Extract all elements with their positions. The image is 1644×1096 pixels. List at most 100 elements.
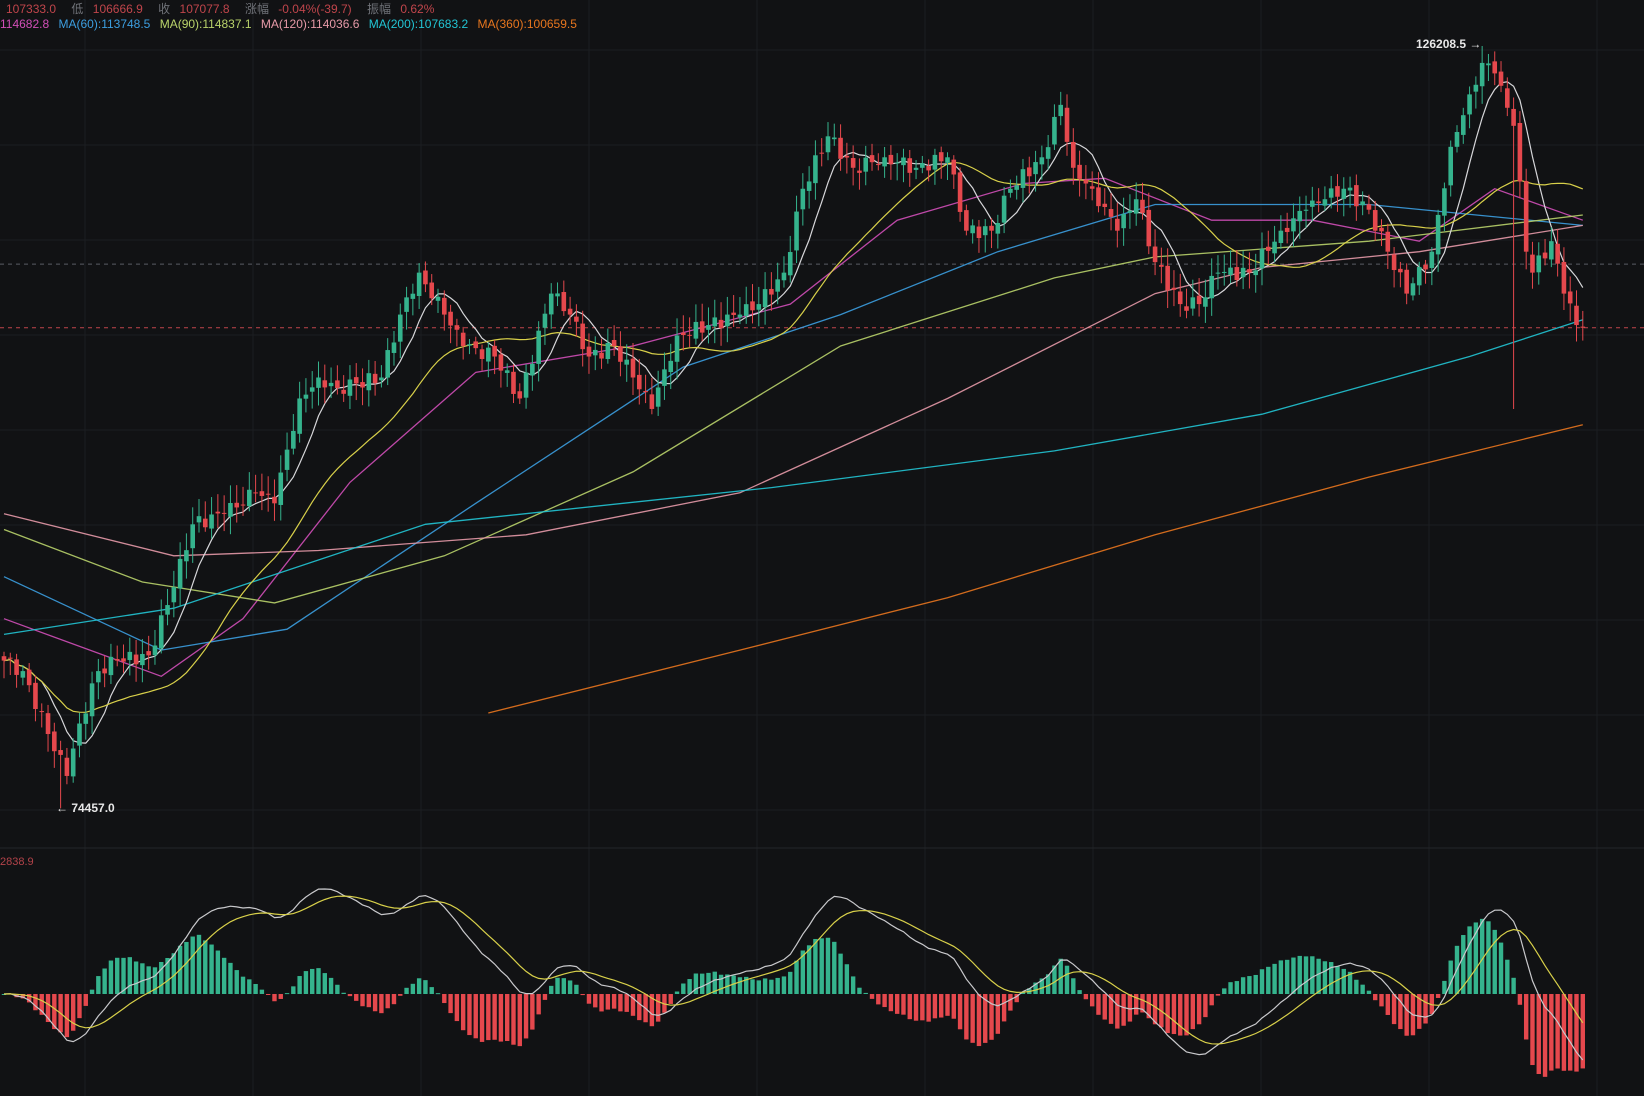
macd-histogram-bar (844, 964, 850, 994)
macd-histogram-bar (1115, 994, 1120, 1029)
macd-histogram-bar (775, 977, 780, 994)
candle-down (876, 164, 881, 166)
candle-down (1247, 269, 1252, 273)
candle-down (1398, 268, 1403, 273)
candle-down (64, 757, 70, 776)
candle-up (548, 293, 554, 315)
candle-up (806, 181, 812, 191)
candle-down (561, 292, 567, 312)
candle-down (1335, 186, 1340, 197)
candle-up (1033, 162, 1038, 175)
macd-histogram-bar (674, 991, 680, 994)
candle-down (750, 301, 755, 311)
candle-up (1454, 131, 1460, 147)
candle-up (901, 157, 906, 166)
macd-histogram-bar (486, 994, 491, 1041)
macd-histogram-bar (1096, 994, 1101, 1015)
candle-up (1549, 241, 1554, 260)
macd-histogram-bar (310, 968, 315, 994)
candle-down (1391, 254, 1397, 271)
candle-up (504, 370, 510, 373)
macd-histogram-bar (259, 989, 265, 994)
candle-up (1221, 271, 1227, 273)
macd-histogram-bar (1523, 994, 1529, 1040)
candle-down (353, 377, 359, 384)
macd-histogram-bar (1360, 984, 1365, 994)
macd-histogram-bar (939, 994, 944, 1018)
macd-histogram-bar (1247, 976, 1252, 994)
candle-up (196, 516, 202, 523)
candle-down (1574, 305, 1579, 326)
candle-down (926, 166, 931, 171)
macd-histogram-bar (1083, 994, 1089, 1000)
candle-up (737, 314, 743, 318)
candle-up (1310, 200, 1315, 207)
macd-histogram-bar (479, 994, 485, 1042)
legend-low: 低 106666.9 (71, 2, 143, 16)
candle-up (1328, 188, 1334, 198)
macd-histogram-bar (398, 994, 403, 996)
candle-down (234, 502, 240, 508)
candle-up (316, 377, 321, 388)
candle-down (498, 354, 504, 371)
candle-down (819, 152, 824, 154)
macd-histogram-bar (668, 994, 673, 1004)
macd-histogram-bar (1209, 994, 1214, 1006)
ma120-value: MA(120):114036.6 (260, 17, 360, 31)
candle-up (1001, 195, 1007, 223)
candle-up (1297, 210, 1303, 222)
candle-up (1416, 267, 1422, 286)
candle-up (1253, 270, 1259, 276)
candle-up (1360, 201, 1365, 206)
macd-scale-label: 2838.9 (0, 856, 34, 868)
candle-up (309, 387, 315, 392)
candle-down (442, 297, 447, 315)
macd-histogram-bar (209, 944, 214, 994)
macd-histogram-bar (599, 994, 604, 1012)
macd-histogram-bar (1536, 994, 1541, 1074)
macd-histogram-bar (379, 994, 384, 1014)
candle-down (240, 504, 246, 506)
candle-up (605, 342, 611, 360)
macd-histogram-bar (964, 994, 969, 1040)
candle-up (1460, 115, 1466, 135)
macd-histogram-bar (819, 938, 824, 994)
macd-histogram-bar (203, 940, 208, 994)
candle-up (542, 313, 548, 328)
candle-down (1026, 167, 1032, 177)
macd-histogram-bar (618, 994, 623, 1012)
candle-down (567, 308, 573, 315)
candle-down (938, 152, 944, 162)
macd-histogram-bar (322, 973, 327, 994)
candle-down (1083, 179, 1089, 184)
macd-histogram-bar (1354, 979, 1359, 994)
macd-histogram-bar (102, 968, 107, 994)
macd-histogram-bar (215, 950, 221, 994)
candle-up (228, 502, 233, 517)
candle-up (404, 297, 409, 312)
candle-down (1171, 287, 1177, 290)
candle-up (1429, 251, 1435, 268)
candle-up (1322, 199, 1328, 206)
macd-histogram-bar (611, 994, 617, 1009)
macd-histogram-bar (1215, 994, 1221, 996)
ohlc-legend: 107333.0 低 106666.9 收 107077.8 涨幅 -0.04%… (0, 0, 446, 17)
candle-up (108, 656, 114, 676)
macd-histogram-bar (926, 994, 931, 1022)
candle-up (1467, 94, 1472, 115)
macd-histogram-bar (894, 994, 900, 1014)
candle-down (121, 658, 126, 662)
price-chart[interactable] (0, 0, 1644, 1096)
candle-down (460, 332, 466, 347)
candle-down (1423, 264, 1428, 270)
candle-down (636, 374, 642, 390)
candle-up (127, 651, 133, 661)
macd-histogram-bar (1077, 990, 1082, 994)
candle-up (1410, 283, 1416, 296)
macd-histogram-bar (850, 976, 856, 994)
candle-up (1272, 241, 1277, 254)
macd-histogram-bar (832, 941, 837, 994)
macd-histogram-bar (1253, 974, 1258, 994)
macd-histogram-bar (762, 978, 768, 994)
candle-down (643, 390, 648, 393)
